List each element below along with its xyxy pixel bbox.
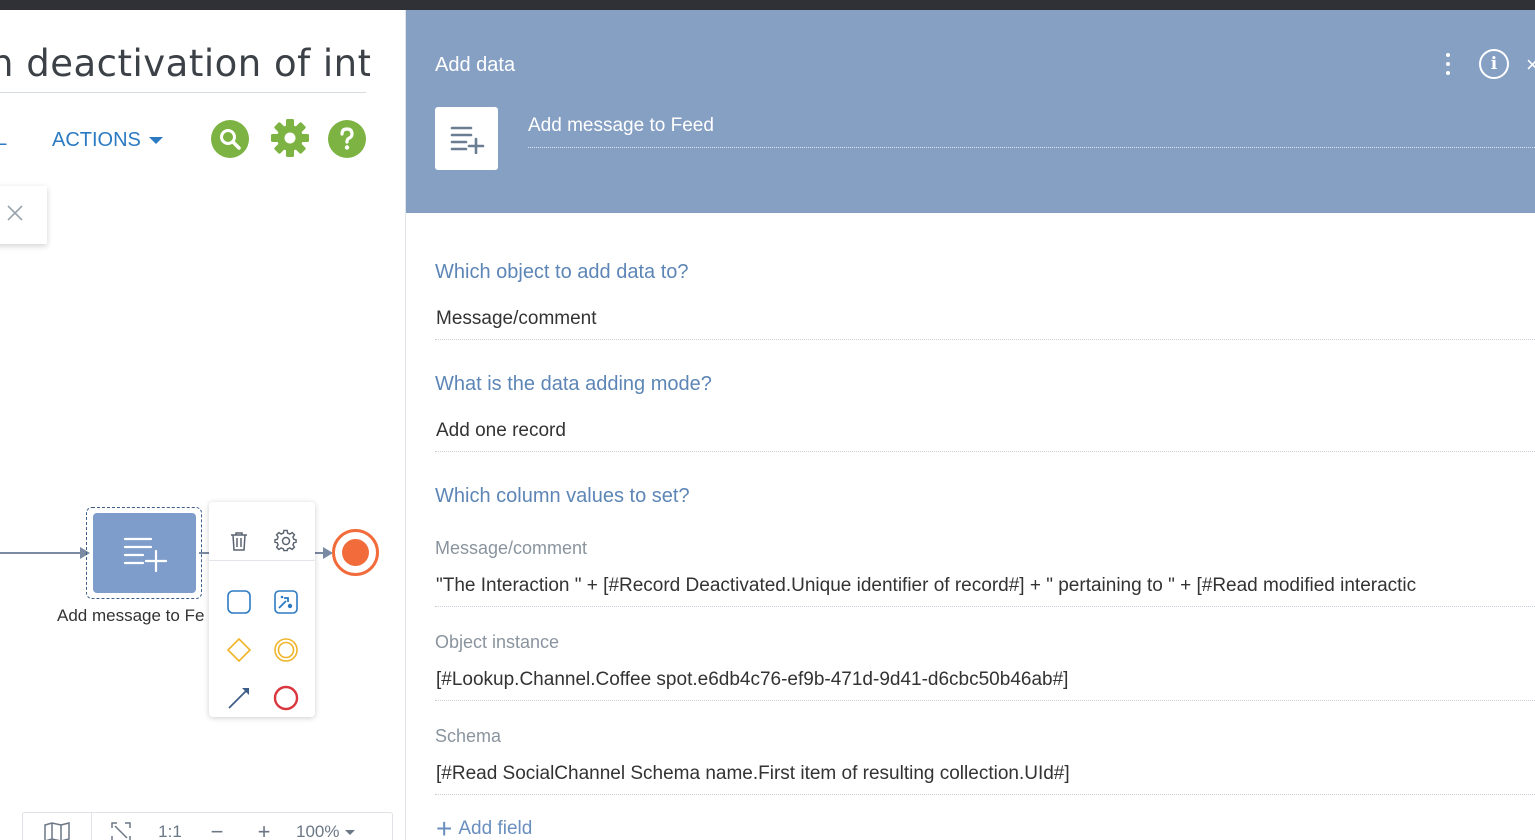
connector-icon[interactable] bbox=[223, 682, 255, 714]
element-properties-panel: Add data i × Add message to Feed Which o… bbox=[406, 10, 1535, 840]
context-menu-separator bbox=[209, 560, 315, 561]
question-columns-label: Which column values to set? bbox=[435, 485, 690, 507]
actions-menu-button[interactable]: ACTIONS bbox=[52, 127, 163, 153]
title-underline bbox=[0, 92, 366, 93]
close-icon[interactable]: × bbox=[1526, 52, 1535, 78]
field-message-value[interactable]: "The Interaction " + [#Record Deactivate… bbox=[436, 575, 1496, 597]
intermediate-event-icon[interactable] bbox=[270, 634, 302, 666]
gateway-icon[interactable] bbox=[223, 634, 255, 666]
element-context-menu bbox=[209, 502, 315, 717]
field-underline bbox=[435, 794, 1535, 795]
zoom-toolbar: 1:1 − + 100% bbox=[22, 812, 393, 840]
actions-label: ACTIONS bbox=[52, 128, 141, 151]
sequence-flow-in[interactable] bbox=[0, 552, 84, 554]
script-task-icon[interactable] bbox=[270, 586, 302, 618]
field-underline bbox=[435, 606, 1535, 607]
hint-popup bbox=[0, 186, 47, 244]
toolbar-button-fragment[interactable]: L bbox=[0, 128, 7, 150]
gear-icon[interactable] bbox=[270, 118, 310, 158]
field-object-instance-label: Object instance bbox=[435, 632, 560, 652]
process-designer-canvas[interactable]: n deactivation of inter L ACTIONS bbox=[0, 10, 405, 840]
actual-size-button[interactable]: 1:1 bbox=[150, 822, 190, 840]
question-object-label: Which object to add data to? bbox=[435, 261, 689, 283]
kebab-menu-icon[interactable] bbox=[1440, 50, 1456, 78]
field-schema-value[interactable]: [#Read SocialChannel Schema name.First i… bbox=[436, 763, 1070, 785]
element-name-field[interactable]: Add message to Feed bbox=[528, 115, 714, 137]
map-icon[interactable] bbox=[23, 822, 91, 840]
add-data-icon bbox=[435, 107, 498, 170]
field-underline bbox=[435, 700, 1535, 701]
caret-down-icon bbox=[148, 136, 163, 144]
add-field-label: Add field bbox=[458, 818, 533, 839]
close-icon[interactable] bbox=[7, 204, 23, 226]
field-schema-label: Schema bbox=[435, 726, 502, 746]
field-object-instance-value[interactable]: [#Lookup.Channel.Coffee spot.e6db4c76-ef… bbox=[436, 669, 1068, 691]
field-message-label: Message/comment bbox=[435, 538, 588, 558]
object-select[interactable]: Message/comment bbox=[436, 308, 597, 330]
end-event-fill bbox=[342, 539, 369, 566]
fit-icon[interactable] bbox=[92, 822, 150, 840]
panel-title: Add data bbox=[435, 54, 516, 76]
zoom-level-select[interactable]: 100% bbox=[296, 822, 356, 840]
settings-icon[interactable] bbox=[270, 525, 302, 557]
element-name-underline bbox=[528, 147, 1535, 148]
field-underline bbox=[435, 339, 1535, 340]
help-icon[interactable] bbox=[328, 120, 366, 158]
add-data-task-element[interactable] bbox=[93, 513, 196, 593]
search-icon[interactable] bbox=[211, 120, 249, 158]
task-label: Add message to Fe bbox=[57, 606, 205, 625]
process-title[interactable]: n deactivation of inter bbox=[0, 42, 370, 85]
question-mode-label: What is the data adding mode? bbox=[435, 373, 712, 395]
panel-header: Add data i × Add message to Feed bbox=[406, 10, 1535, 213]
end-event-icon[interactable] bbox=[270, 682, 302, 714]
zoom-level: 100% bbox=[296, 822, 340, 840]
trash-icon[interactable] bbox=[223, 525, 255, 557]
add-data-icon bbox=[123, 537, 167, 573]
caret-down-icon bbox=[345, 829, 356, 835]
info-icon[interactable]: i bbox=[1479, 49, 1509, 79]
window-top-bar bbox=[0, 0, 1535, 10]
end-event[interactable] bbox=[332, 529, 379, 576]
zoom-in-button[interactable]: + bbox=[244, 819, 284, 840]
task-icon[interactable] bbox=[223, 586, 255, 618]
field-underline bbox=[435, 451, 1535, 452]
add-field-button[interactable]: + Add field bbox=[436, 813, 533, 840]
zoom-out-button[interactable]: − bbox=[190, 819, 244, 840]
mode-select[interactable]: Add one record bbox=[436, 420, 566, 442]
plus-icon: + bbox=[436, 813, 453, 840]
